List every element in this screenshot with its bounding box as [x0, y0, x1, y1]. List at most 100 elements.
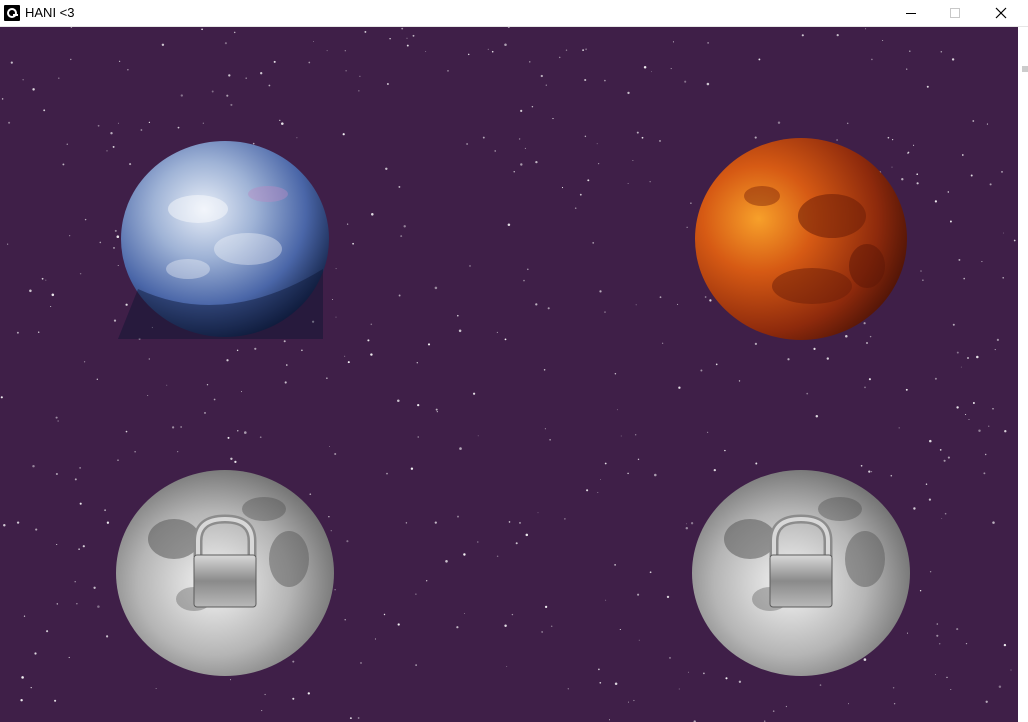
star — [23, 615, 26, 617]
star — [233, 31, 236, 34]
star — [1004, 430, 1007, 433]
star — [564, 518, 566, 520]
star — [458, 329, 462, 333]
star — [230, 679, 232, 681]
star — [597, 492, 599, 493]
star — [604, 462, 607, 465]
star — [984, 453, 987, 456]
star — [584, 135, 587, 138]
star — [638, 639, 640, 641]
star — [508, 521, 511, 523]
star — [635, 304, 637, 306]
star — [616, 409, 618, 411]
star — [985, 700, 988, 703]
star — [715, 363, 718, 366]
star — [383, 613, 386, 616]
star — [37, 331, 40, 333]
mars-planet[interactable] — [692, 136, 910, 342]
star — [949, 220, 952, 223]
star — [230, 103, 233, 106]
star — [928, 498, 932, 501]
star — [541, 631, 543, 633]
star — [946, 676, 948, 679]
star — [140, 129, 143, 131]
star — [57, 420, 59, 422]
star — [687, 671, 689, 673]
star — [666, 595, 670, 599]
star — [909, 50, 911, 52]
star — [526, 268, 529, 271]
star — [585, 48, 587, 51]
star — [54, 699, 57, 702]
star — [826, 357, 829, 360]
star — [947, 191, 950, 193]
star — [166, 384, 168, 386]
star — [403, 225, 406, 228]
star — [635, 434, 637, 436]
star — [686, 226, 688, 228]
star — [672, 41, 674, 43]
edge-mark — [1022, 66, 1028, 72]
star — [466, 143, 469, 145]
star — [670, 68, 672, 70]
star — [592, 242, 595, 244]
star — [584, 78, 587, 82]
star — [819, 684, 822, 686]
star — [707, 42, 709, 44]
star — [125, 430, 128, 433]
star — [79, 467, 81, 469]
star — [934, 377, 937, 380]
star — [99, 241, 102, 244]
game-canvas[interactable] — [0, 27, 1018, 722]
star — [906, 68, 908, 70]
star — [389, 37, 391, 40]
star — [3, 524, 6, 527]
star — [237, 430, 239, 432]
star — [201, 28, 203, 31]
star — [550, 625, 553, 628]
star — [738, 380, 741, 382]
star — [434, 521, 437, 524]
star — [117, 459, 119, 462]
star — [545, 84, 547, 86]
star — [55, 472, 58, 476]
close-button[interactable] — [978, 0, 1024, 26]
star — [507, 223, 511, 226]
star — [600, 479, 601, 480]
star — [960, 366, 962, 368]
star — [16, 521, 20, 524]
star — [614, 372, 617, 375]
star — [686, 523, 687, 525]
star — [82, 545, 85, 548]
star — [260, 72, 263, 75]
earth-planet[interactable] — [118, 139, 332, 339]
star — [951, 58, 955, 61]
star — [706, 431, 709, 434]
star — [941, 518, 943, 520]
star — [477, 435, 479, 437]
star — [344, 619, 346, 621]
star — [813, 347, 816, 350]
star — [754, 342, 758, 346]
maximize-button[interactable] — [932, 0, 978, 26]
star — [994, 349, 996, 351]
star — [345, 70, 347, 72]
star — [8, 121, 11, 124]
star — [367, 339, 370, 342]
star — [511, 613, 514, 616]
star — [202, 122, 204, 124]
star — [597, 162, 600, 165]
star — [334, 452, 337, 456]
star — [1002, 277, 1004, 279]
star — [147, 395, 149, 396]
star — [344, 50, 346, 52]
minimize-button[interactable] — [888, 0, 934, 26]
star — [97, 605, 100, 608]
star — [967, 357, 969, 359]
star — [112, 145, 115, 148]
star — [961, 154, 964, 156]
window-edge — [1018, 27, 1028, 722]
moon-planet-locked[interactable] — [114, 469, 336, 677]
star — [989, 183, 992, 186]
moon-planet-locked[interactable] — [690, 469, 912, 677]
